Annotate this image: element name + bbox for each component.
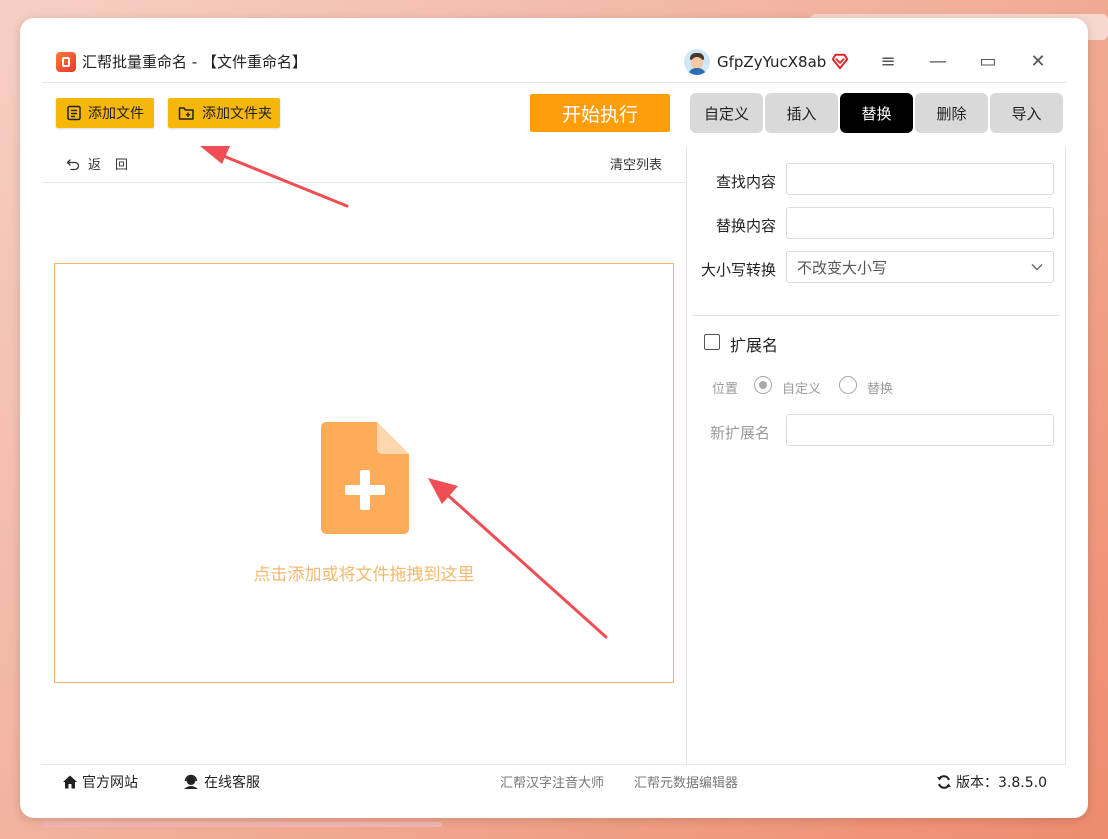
find-input[interactable] — [786, 163, 1054, 195]
divider — [42, 82, 1066, 83]
position-radio-replace-label: 替换 — [867, 382, 894, 397]
pinyin-master-link[interactable]: 汇帮汉字注音大师 — [500, 772, 604, 791]
app-logo-icon — [56, 52, 76, 72]
position-radio-replace[interactable] — [839, 376, 857, 394]
tab-delete[interactable]: 删除 — [915, 93, 988, 133]
position-radio-custom[interactable] — [754, 376, 772, 394]
undo-icon — [66, 158, 80, 170]
add-folder-label: 添加文件夹 — [202, 106, 272, 122]
replace-label: 替换内容 — [715, 217, 776, 235]
support-link[interactable]: 在线客服 — [182, 772, 260, 792]
case-label: 大小写转换 — [700, 261, 776, 279]
replace-input[interactable] — [786, 207, 1054, 239]
vip-diamond-icon[interactable] — [831, 52, 849, 70]
folder-add-icon — [178, 107, 194, 120]
app-window: 汇帮批量重命名 - 【文件重命名】 GfpZyYucX8ab ≡ — ▭ ✕ 添… — [20, 18, 1088, 818]
chevron-down-icon — [1031, 264, 1043, 271]
tab-import[interactable]: 导入 — [990, 93, 1063, 133]
username[interactable]: GfpZyYucX8ab — [717, 52, 826, 72]
panel-border — [1065, 146, 1066, 764]
app-title: 汇帮批量重命名 - 【文件重命名】 — [82, 53, 307, 71]
tab-replace[interactable]: 替换 — [840, 93, 913, 133]
version-label: 版本：3.8.5.0 — [956, 775, 1047, 791]
case-select[interactable]: 不改变大小写 — [786, 251, 1054, 283]
tab-custom[interactable]: 自定义 — [690, 93, 763, 133]
support-label: 在线客服 — [204, 775, 260, 791]
refresh-icon — [937, 775, 951, 789]
add-folder-button[interactable]: 添加文件夹 — [168, 98, 280, 128]
new-extension-label: 新扩展名 — [710, 424, 771, 442]
find-label: 查找内容 — [715, 173, 776, 191]
extension-checkbox[interactable] — [704, 334, 720, 350]
title-bar: 汇帮批量重命名 - 【文件重命名】 GfpZyYucX8ab ≡ — ▭ ✕ — [20, 18, 1088, 82]
headset-icon — [184, 774, 198, 789]
new-extension-input[interactable] — [786, 414, 1054, 446]
menu-icon[interactable]: ≡ — [876, 50, 900, 74]
case-select-value: 不改变大小写 — [797, 258, 888, 277]
divider — [692, 315, 1060, 316]
home-icon — [63, 775, 77, 789]
file-list-icon — [67, 105, 81, 121]
minimize-icon[interactable]: — — [926, 50, 950, 74]
file-drop-zone[interactable]: 点击添加或将文件拖拽到这里 — [54, 263, 674, 683]
avatar[interactable] — [684, 49, 710, 75]
version-info: 版本：3.8.5.0 — [936, 772, 1047, 792]
divider — [42, 764, 1066, 765]
add-file-button[interactable]: 添加文件 — [56, 98, 154, 128]
clear-list-button[interactable]: 清空列表 — [610, 154, 662, 173]
close-icon[interactable]: ✕ — [1026, 50, 1050, 74]
back-label: 返回 — [88, 158, 143, 173]
tab-insert[interactable]: 插入 — [765, 93, 838, 133]
position-radio-custom-label: 自定义 — [782, 382, 822, 397]
drop-hint-text: 点击添加或将文件拖拽到这里 — [253, 565, 475, 585]
website-link[interactable]: 官方网站 — [62, 772, 138, 792]
metadata-editor-link[interactable]: 汇帮元数据编辑器 — [634, 772, 738, 791]
website-label: 官方网站 — [82, 775, 138, 791]
divider — [42, 182, 686, 183]
start-button[interactable]: 开始执行 — [530, 94, 670, 132]
file-add-icon — [321, 422, 409, 534]
position-label: 位置 — [712, 382, 739, 397]
extension-label: 扩展名 — [730, 336, 779, 355]
add-file-label: 添加文件 — [88, 106, 144, 122]
back-button[interactable]: 返回 — [66, 154, 142, 173]
maximize-icon[interactable]: ▭ — [976, 50, 1000, 74]
background-decoration-bottom — [42, 822, 442, 827]
panel-divider — [686, 146, 687, 764]
